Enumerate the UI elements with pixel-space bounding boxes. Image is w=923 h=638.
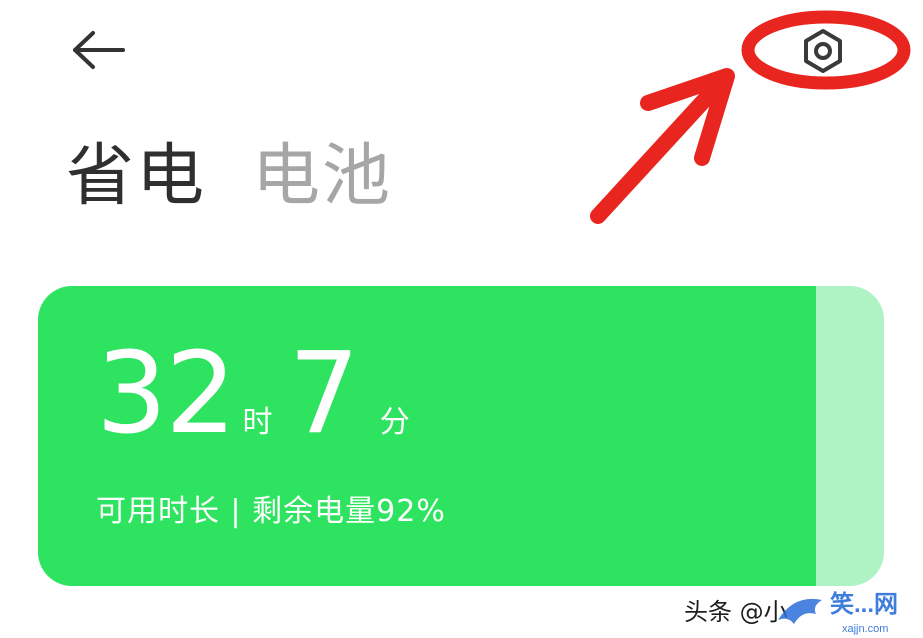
minutes-value: 7 [288,329,360,459]
minutes-unit: 分 [379,405,410,440]
svg-text:笑...网: 笑...网 [830,590,898,618]
tab-bar: 省电 电池 [66,132,392,222]
hours-value: 32 [96,329,237,459]
tab-power-saving[interactable]: 省电 [66,143,206,211]
battery-settings-screen: 省电 电池 32 时 7 分 可用时长 | 剩余电量92% 头条 @小 笑...… [0,0,923,638]
svg-text:xajjn.com: xajjn.com [842,623,888,635]
annotation-arrow-head [640,68,735,166]
settings-button[interactable] [796,26,850,76]
hours-unit: 时 [242,405,273,440]
annotation-arrow-shaft [590,86,718,224]
back-button[interactable] [66,22,132,78]
tab-battery[interactable]: 电池 [252,143,392,211]
remaining-time: 32 时 7 分 [96,338,426,450]
battery-card[interactable]: 32 时 7 分 可用时长 | 剩余电量92% [38,286,884,586]
site-watermark-logo: 笑...网 xajjn.com [778,590,898,635]
battery-subtitle: 可用时长 | 剩余电量92% [96,494,446,529]
hexagon-gear-icon [804,29,842,73]
arrow-left-icon [73,31,125,69]
